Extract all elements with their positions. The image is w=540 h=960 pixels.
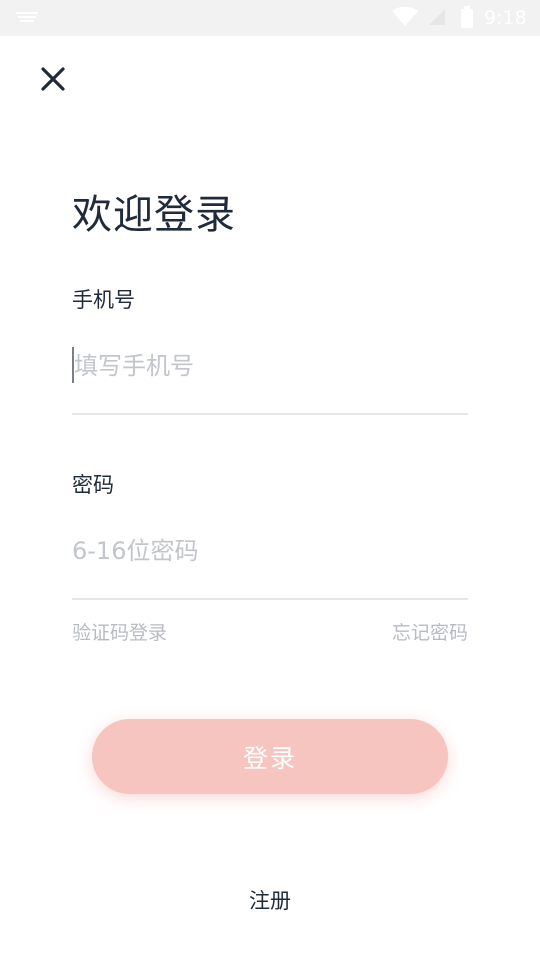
phone-label: 手机号 bbox=[72, 288, 135, 312]
wifi-icon bbox=[392, 7, 418, 26]
status-time: 9:18 bbox=[484, 7, 527, 29]
forgot-password-link[interactable]: 忘记密码 bbox=[392, 618, 468, 645]
battery-icon bbox=[461, 6, 473, 28]
password-input[interactable] bbox=[72, 526, 468, 576]
close-button[interactable] bbox=[36, 62, 70, 96]
cell-signal-icon bbox=[429, 9, 445, 25]
notification-icon bbox=[16, 12, 38, 22]
phone-divider bbox=[72, 413, 468, 415]
register-link[interactable]: 注册 bbox=[0, 885, 540, 915]
status-bar: 9:18 bbox=[0, 0, 540, 36]
text-cursor bbox=[72, 347, 74, 383]
login-button[interactable]: 登录 bbox=[92, 719, 448, 794]
page-title: 欢迎登录 bbox=[72, 192, 236, 238]
password-label: 密码 bbox=[72, 473, 114, 497]
sms-login-link[interactable]: 验证码登录 bbox=[72, 618, 167, 645]
password-divider bbox=[72, 598, 468, 600]
close-icon bbox=[41, 67, 65, 91]
phone-input[interactable] bbox=[72, 341, 468, 391]
